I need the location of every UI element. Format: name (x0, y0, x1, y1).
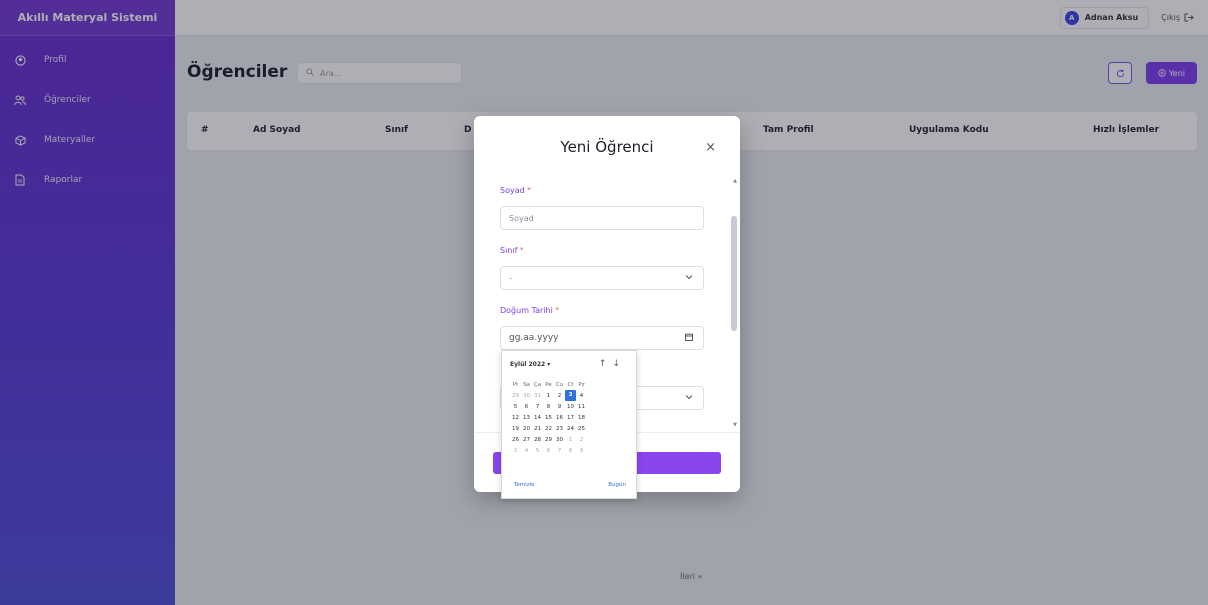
calendar-day[interactable]: 4 (576, 393, 587, 399)
sinif-select[interactable]: - (500, 266, 704, 290)
calendar-day[interactable]: 4 (521, 448, 532, 454)
calendar-day[interactable]: 9 (554, 404, 565, 410)
calendar-day[interactable]: 22 (543, 426, 554, 432)
calendar-day[interactable]: 25 (576, 426, 587, 432)
birthdate-field[interactable]: gg.aa.yyyy (500, 326, 704, 350)
calendar-day[interactable]: 13 (521, 415, 532, 421)
weekday-label: Ça (533, 381, 542, 388)
calendar-day[interactable]: 20 (521, 426, 532, 432)
week-row: 12 13 14 15 16 17 18 (510, 412, 587, 423)
scroll-up-arrow[interactable]: ▲ (733, 178, 737, 184)
weekday-label: Pe (545, 381, 552, 388)
week-row: 3456789 (510, 445, 587, 456)
calendar-grid: Pt Sa Ça Pe Cu Ct Pz 29 30 31 1 2 3 4 5 6 7 8 9 10 11 12 13 14 1… (510, 379, 587, 456)
calendar-day[interactable]: 19 (510, 426, 521, 432)
calendar-day[interactable]: 11 (576, 404, 587, 410)
dogum-label-text: Doğum Tarihi (500, 306, 553, 315)
weekday-label: Pt (512, 381, 519, 388)
calendar-day[interactable]: 27 (521, 437, 532, 443)
sinif-value: - (509, 273, 512, 283)
calendar-day[interactable]: 5 (510, 404, 521, 410)
date-picker: Eylül 2022 ▾ ↑↓ Pt Sa Ça Pe Cu Ct Pz 29 30 31 1 2 3 4… (501, 350, 637, 499)
calendar-day[interactable]: 10 (565, 404, 576, 410)
birthdate-placeholder: gg.aa.yyyy (509, 333, 559, 343)
calendar-day[interactable]: 28 (532, 437, 543, 443)
weekday-label: Cu (555, 381, 564, 388)
weekday-row: Pt Sa Ça Pe Cu Ct Pz (510, 379, 587, 390)
calendar-day[interactable]: 3 (565, 390, 576, 401)
dogum-label: Doğum Tarihi * (500, 306, 559, 315)
calendar-day[interactable]: 8 (543, 404, 554, 410)
calendar-day[interactable]: 23 (554, 426, 565, 432)
close-icon[interactable]: × (705, 140, 716, 155)
calendar-day[interactable]: 14 (532, 415, 543, 421)
required-mark: * (555, 306, 559, 314)
calendar-icon[interactable] (685, 333, 693, 343)
calendar-day[interactable]: 15 (543, 415, 554, 421)
arrow-down-icon[interactable]: ↓ (612, 359, 626, 369)
month-selector[interactable]: Eylül 2022 ▾ (510, 361, 550, 368)
calendar-day[interactable]: 1 (543, 393, 554, 399)
weekday-label: Ct (567, 381, 574, 388)
required-mark: * (527, 186, 531, 194)
chevron-down-icon (685, 393, 693, 402)
sinif-label-text: Sınıf (500, 246, 518, 255)
calendar-day[interactable]: 7 (532, 404, 543, 410)
calendar-day[interactable]: 9 (576, 448, 587, 454)
calendar-day[interactable]: 12 (510, 415, 521, 421)
calendar-day[interactable]: 16 (554, 415, 565, 421)
week-row: 29 30 31 1 2 3 4 (510, 390, 587, 401)
today-button[interactable]: Bugün (608, 482, 626, 488)
calendar-day[interactable]: 17 (565, 415, 576, 421)
calendar-day[interactable]: 2 (576, 437, 587, 443)
calendar-day[interactable]: 1 (565, 437, 576, 443)
soyad-label: Soyad * (500, 186, 531, 195)
calendar-day[interactable]: 26 (510, 437, 521, 443)
scrollbar-thumb[interactable] (731, 216, 737, 331)
calendar-day[interactable]: 30 (521, 393, 532, 399)
month-nav: ↑↓ (599, 359, 626, 369)
soyad-placeholder: Soyad (509, 213, 534, 223)
calendar-day[interactable]: 8 (565, 448, 576, 454)
calendar-day[interactable]: 29 (510, 393, 521, 399)
calendar-day[interactable]: 5 (532, 448, 543, 454)
calendar-day[interactable]: 3 (510, 448, 521, 454)
calendar-day[interactable]: 18 (576, 415, 587, 421)
week-row: 5 6 7 8 9 10 11 (510, 401, 587, 412)
scroll-down-arrow[interactable]: ▼ (733, 422, 737, 428)
required-mark: * (519, 246, 524, 254)
calendar-day[interactable]: 7 (554, 448, 565, 454)
clear-button[interactable]: Temizle (514, 482, 535, 488)
soyad-label-text: Soyad (500, 186, 525, 195)
calendar-day[interactable]: 6 (521, 404, 532, 410)
weekday-label: Sa (523, 381, 530, 388)
chevron-down-icon (685, 273, 693, 282)
week-row: 26 27 28 29 30 1 2 (510, 434, 587, 445)
calendar-day[interactable]: 6 (543, 448, 554, 454)
calendar-day[interactable]: 30 (554, 437, 565, 443)
sinif-label: Sınıf * (500, 246, 523, 255)
weekday-label: Pz (578, 381, 585, 388)
calendar-day[interactable]: 24 (565, 426, 576, 432)
calendar-day[interactable]: 21 (532, 426, 543, 432)
arrow-up-icon[interactable]: ↑ (599, 359, 613, 369)
calendar-day[interactable]: 2 (554, 393, 565, 399)
modal-title: Yeni Öğrenci (560, 138, 654, 156)
calendar-day[interactable]: 29 (543, 437, 554, 443)
week-row: 19 20 21 22 23 24 25 (510, 423, 587, 434)
calendar-day[interactable]: 31 (532, 393, 543, 399)
soyad-field[interactable]: Soyad (500, 206, 704, 230)
